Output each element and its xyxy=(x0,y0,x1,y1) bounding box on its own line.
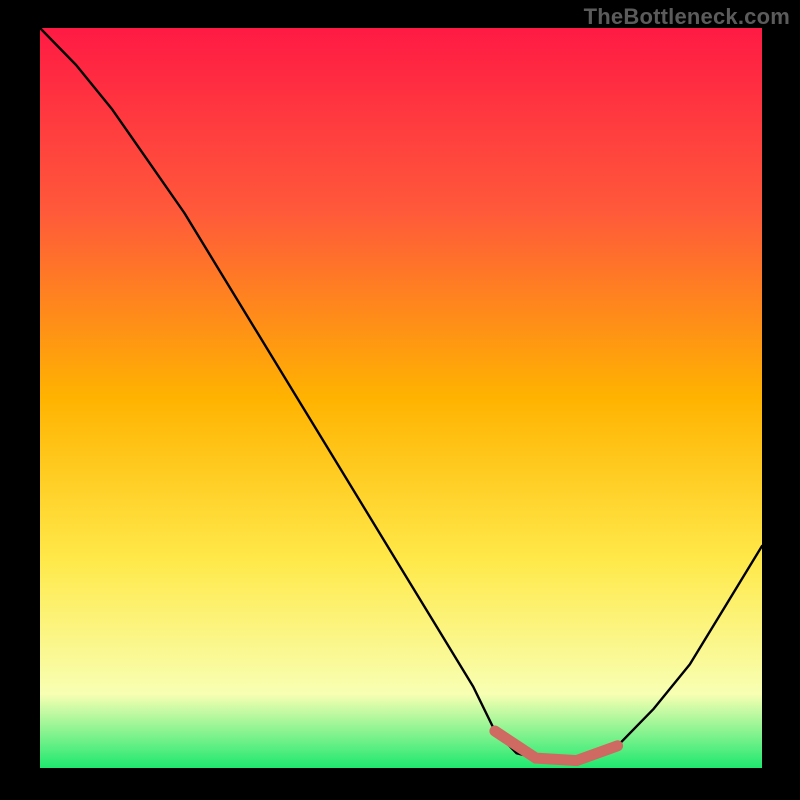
bottleneck-chart xyxy=(0,0,800,800)
watermark-text: TheBottleneck.com xyxy=(584,4,790,30)
plot-background xyxy=(40,28,762,768)
chart-frame: TheBottleneck.com xyxy=(0,0,800,800)
